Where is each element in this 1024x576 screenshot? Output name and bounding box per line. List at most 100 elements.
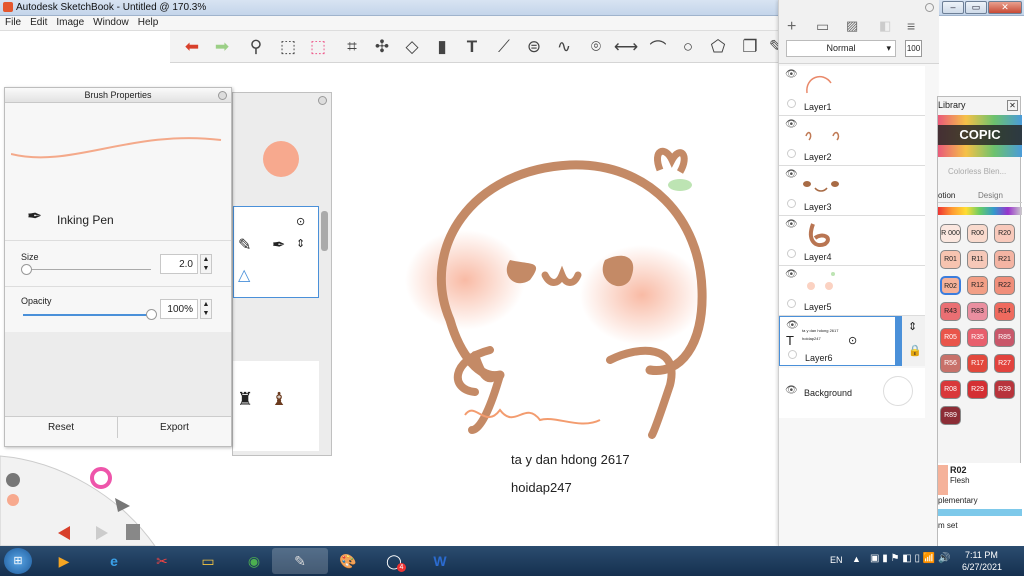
copy-icon[interactable]: ❐ xyxy=(738,35,762,59)
layer-lock-icon[interactable]: 🔒 xyxy=(908,344,922,357)
layer-row-3[interactable]: 👁 Layer3 xyxy=(779,166,925,216)
opacity-slider-track[interactable] xyxy=(23,314,151,316)
brush-sort-icon[interactable]: ⇕ xyxy=(296,237,305,250)
shapes-icon[interactable]: ⬠ xyxy=(706,35,730,59)
minimize-button[interactable]: – xyxy=(942,1,964,14)
brush-set-active[interactable]: ✎ ✒ △ ⊙ ⇕ xyxy=(233,206,319,298)
marker-brush-icon[interactable]: ✒ xyxy=(272,235,285,255)
select-icon[interactable]: ⬚ xyxy=(276,35,300,59)
ellipse-guide-icon[interactable]: ⊜ xyxy=(522,35,546,59)
layer-move-icon[interactable]: ⇕ xyxy=(908,320,917,333)
copic-swatch-r12[interactable]: R12 xyxy=(967,276,988,295)
select-dashed-icon[interactable]: ⬚ xyxy=(306,35,330,59)
copic-swatch-r05[interactable]: R05 xyxy=(940,328,961,347)
zoom-icon[interactable]: ⚲ xyxy=(244,35,268,59)
lock-icon[interactable] xyxy=(787,199,796,208)
blend-mode-select[interactable]: Normal ▾ xyxy=(786,40,896,57)
copic-swatch-r85[interactable]: R85 xyxy=(994,328,1015,347)
crop-icon[interactable]: ⌗ xyxy=(340,35,364,59)
undo-icon[interactable]: ⬅ xyxy=(180,35,204,59)
brush-palette-close-button[interactable] xyxy=(318,96,327,105)
copic-swatch-r08[interactable]: R08 xyxy=(940,380,961,399)
layer-row-1[interactable]: 👁 Layer1 xyxy=(779,66,925,116)
copic-swatch-r00[interactable]: R00 xyxy=(967,224,988,243)
tab-collection[interactable]: otion xyxy=(938,191,955,200)
layer-menu-icon[interactable]: ≡ xyxy=(907,18,915,34)
copic-swatch-r89[interactable]: R89 xyxy=(940,406,961,425)
stroke-icon[interactable]: ⌒ xyxy=(646,35,670,59)
lock-icon[interactable] xyxy=(787,99,796,108)
layer-row-2[interactable]: 👁 Layer2 xyxy=(779,116,925,166)
eye-icon[interactable]: 👁 xyxy=(785,385,798,396)
redo-icon[interactable]: ➡ xyxy=(210,35,234,59)
symmetry-icon[interactable]: ⟷ xyxy=(614,35,638,59)
layer-panel-close-button[interactable] xyxy=(925,3,934,12)
lock-icon[interactable] xyxy=(787,299,796,308)
layer-settings-icon[interactable]: ⊙ xyxy=(848,334,857,347)
perspective-icon[interactable]: ⌾ xyxy=(584,35,608,59)
copic-swatch-r01[interactable]: R01 xyxy=(940,250,961,269)
copic-close-icon[interactable]: ✕ xyxy=(1007,100,1018,111)
add-layer-icon[interactable]: + xyxy=(787,18,796,36)
copic-swatch-r11[interactable]: R11 xyxy=(967,250,988,269)
close-window-button[interactable]: ✕ xyxy=(988,1,1022,14)
tray-expand-icon[interactable]: ▲ xyxy=(852,554,861,564)
size-slider-track[interactable] xyxy=(23,269,151,270)
copic-swatch-r27[interactable]: R27 xyxy=(994,354,1015,373)
tab-design[interactable]: Design xyxy=(978,191,1003,200)
lock-icon[interactable] xyxy=(787,149,796,158)
start-button[interactable]: ⊞ xyxy=(4,548,32,574)
copic-swatch-r17[interactable]: R17 xyxy=(967,354,988,373)
triangle-brush-icon[interactable]: △ xyxy=(238,265,250,285)
layer-row-5[interactable]: 👁 Layer5 xyxy=(779,266,925,316)
export-button[interactable]: Export xyxy=(118,416,231,438)
size-slider-handle[interactable] xyxy=(20,264,32,275)
lock-icon[interactable] xyxy=(788,350,797,359)
menu-image[interactable]: Image xyxy=(51,16,88,28)
copic-swatch-r35[interactable]: R35 xyxy=(967,328,988,347)
layer-opacity-field[interactable]: 100 xyxy=(905,40,922,57)
brush-properties-close-button[interactable] xyxy=(218,91,227,100)
transform-icon[interactable]: ◇ xyxy=(400,35,424,59)
brush-scrollbar[interactable] xyxy=(321,211,328,251)
maximize-button[interactable]: ▭ xyxy=(965,1,987,14)
clear-layer-icon[interactable]: ◧ xyxy=(879,18,891,34)
copic-swatch-r000[interactable]: R 000 xyxy=(940,224,961,243)
cylinder-icon[interactable]: ▮ xyxy=(430,35,454,59)
color-family-strip[interactable] xyxy=(938,207,1022,215)
media-player-icon[interactable]: ▶ xyxy=(36,548,92,574)
tray-icons[interactable]: ▣ ▮ ⚑ ◧ ▯ 📶 🔊 xyxy=(870,553,950,564)
copic-swatch-r39[interactable]: R39 xyxy=(994,380,1015,399)
opacity-slider-handle[interactable] xyxy=(146,309,157,320)
airbrush-icon[interactable]: ♜ xyxy=(237,389,253,410)
clock-date[interactable]: 6/27/2021 xyxy=(962,562,1002,572)
text-icon[interactable]: T xyxy=(460,35,484,59)
menu-edit[interactable]: Edit xyxy=(25,16,51,28)
language-indicator[interactable]: EN xyxy=(830,555,843,565)
color-puck-icon[interactable] xyxy=(263,141,299,177)
ruler-icon[interactable]: ⟋ xyxy=(492,35,516,59)
eye-icon[interactable]: 👁 xyxy=(785,69,798,80)
layer-folder-icon[interactable]: ▭ xyxy=(816,18,829,35)
brush-set-2[interactable]: ♜ ♝ xyxy=(233,361,319,451)
copic-swatch-r20[interactable]: R20 xyxy=(994,224,1015,243)
pencil-brush-icon[interactable]: ✎ xyxy=(238,235,251,255)
copic-swatch-r21[interactable]: R21 xyxy=(994,250,1015,269)
size-stepper[interactable]: ▲ ▼ xyxy=(200,254,212,274)
copic-swatch-r83[interactable]: R83 xyxy=(967,302,988,321)
copic-swatch-r43[interactable]: R43 xyxy=(940,302,961,321)
brush-settings-icon[interactable]: ⊙ xyxy=(296,215,305,228)
eye-icon[interactable]: 👁 xyxy=(785,219,798,230)
copic-swatch-r22[interactable]: R22 xyxy=(994,276,1015,295)
layer-row-4[interactable]: 👁 Layer4 xyxy=(779,216,925,266)
lasso-icon[interactable]: ✣ xyxy=(370,35,394,59)
french-curve-icon[interactable]: ∿ xyxy=(552,35,576,59)
eye-icon[interactable]: 👁 xyxy=(785,269,798,280)
opacity-field[interactable]: 100% xyxy=(160,299,198,319)
copic-swatch-r14[interactable]: R14 xyxy=(994,302,1015,321)
reset-button[interactable]: Reset xyxy=(5,416,118,438)
menu-window[interactable]: Window xyxy=(88,16,133,28)
size-field[interactable]: 2.0 xyxy=(160,254,198,274)
paintbrush-icon[interactable]: ♝ xyxy=(271,389,287,410)
eye-icon[interactable]: 👁 xyxy=(785,119,798,130)
